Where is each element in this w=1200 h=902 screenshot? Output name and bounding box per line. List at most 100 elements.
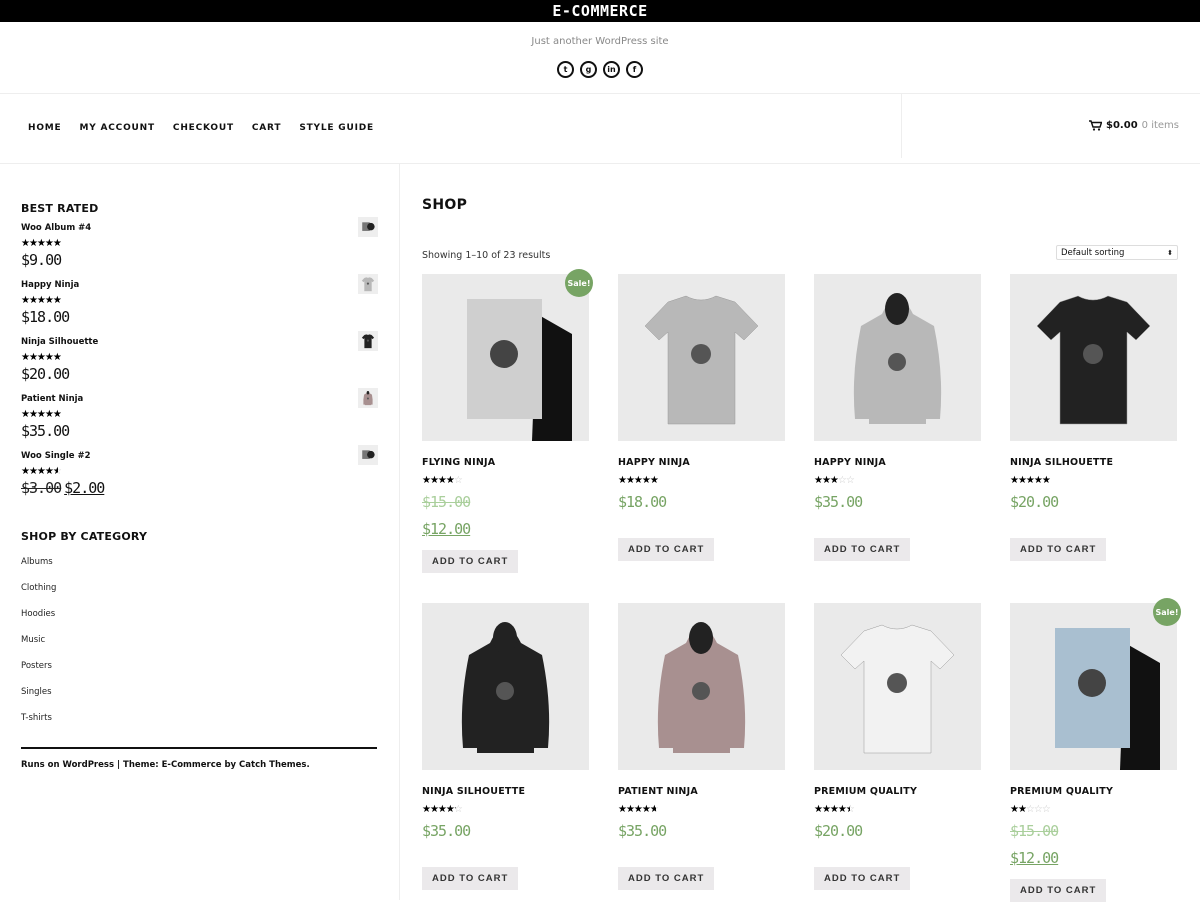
add-to-cart-button[interactable]: ADD TO CART — [618, 538, 715, 561]
star-rating-fill: ★★★★★ — [618, 475, 658, 486]
product-name[interactable]: FLYING NINJA — [422, 457, 589, 468]
sale-badge: Sale! — [1153, 598, 1181, 626]
category-link-posters[interactable]: Posters — [21, 661, 378, 687]
product-price: $20.00 — [814, 822, 863, 840]
category-link-clothing[interactable]: Clothing — [21, 583, 378, 609]
product-name[interactable]: HAPPY NINJA — [618, 457, 785, 468]
product-image[interactable] — [1010, 274, 1177, 441]
best-rated-item[interactable]: Woo Single #2 ☆☆☆☆☆ ★★★★★ $3.00 $2.00 — [21, 445, 378, 508]
add-to-cart-button[interactable]: ADD TO CART — [1010, 879, 1107, 902]
product-card: PATIENT NINJA ☆☆☆☆☆ ★★★★★ $35.00 ADD TO CART — [618, 603, 785, 890]
add-to-cart-button[interactable]: ADD TO CART — [422, 550, 519, 573]
product-image[interactable] — [422, 603, 589, 770]
twitter-icon[interactable]: t — [557, 61, 574, 78]
nav-item-checkout[interactable]: CHECKOUT — [173, 123, 234, 133]
category-list: Albums Clothing Hoodies Music Posters Singles… — [21, 557, 378, 739]
rating-row: ☆☆☆☆☆★★★★★ — [21, 348, 378, 363]
button-row: ADD TO CART — [1010, 867, 1177, 902]
button-row: ADD TO CART — [814, 526, 981, 561]
old-price: $3.00 — [21, 479, 62, 497]
price: $35.00 — [21, 422, 70, 440]
rating-row: ☆☆☆☆☆★★★★★ — [21, 234, 378, 249]
github-icon[interactable]: g — [580, 61, 597, 78]
category-link-music[interactable]: Music — [21, 635, 378, 661]
star-rating-fill: ★★★★★ — [21, 295, 61, 306]
product-name[interactable]: Woo Single #2 — [21, 451, 378, 461]
star-rating: ☆☆☆☆☆★★★★★ — [21, 352, 62, 363]
product-name[interactable]: Woo Album #4 — [21, 223, 378, 233]
product-image[interactable] — [618, 274, 785, 441]
add-to-cart-button[interactable]: ADD TO CART — [618, 867, 715, 890]
add-to-cart-button[interactable]: ADD TO CART — [422, 867, 519, 890]
cart-count: 0 items — [1141, 120, 1179, 131]
divider — [901, 94, 902, 158]
product-name[interactable]: PATIENT NINJA — [618, 786, 785, 797]
best-rated-item[interactable]: Woo Album #4 ☆☆☆☆☆ ★★★★★ $9.00 — [21, 217, 378, 280]
header-nav-bar: HOME MY ACCOUNT CHECKOUT CART STYLE GUIDE $0… — [0, 93, 1200, 164]
product-image[interactable] — [618, 603, 785, 770]
rating-row: ☆☆☆☆☆★★★★★ — [422, 797, 589, 816]
sidebar: BEST RATED Woo Album #4 ☆☆☆☆☆ ★★★★★ $9.00 Ha… — [0, 164, 400, 900]
product-thumbnail[interactable] — [358, 331, 378, 351]
product-thumbnail[interactable] — [358, 445, 378, 465]
site-title[interactable]: E-COMMERCE — [0, 0, 1200, 22]
social-links: t g in f — [0, 61, 1200, 78]
rating-row: ☆☆☆☆☆★★★★★ — [1010, 797, 1177, 816]
category-link-hoodies[interactable]: Hoodies — [21, 609, 378, 635]
star-rating: ☆☆☆☆☆★★★★★ — [814, 475, 855, 486]
add-to-cart-button[interactable]: ADD TO CART — [814, 867, 911, 890]
product-price: $18.00 — [21, 308, 378, 326]
product-name[interactable]: Happy Ninja — [21, 280, 378, 290]
product-name[interactable]: NINJA SILHOUETTE — [422, 786, 589, 797]
product-price: $35.00 — [814, 493, 863, 511]
product-name[interactable]: NINJA SILHOUETTE — [1010, 457, 1177, 468]
nav-item-style-guide[interactable]: STYLE GUIDE — [299, 123, 374, 133]
facebook-icon[interactable]: f — [626, 61, 643, 78]
nav-item-my-account[interactable]: MY ACCOUNT — [80, 123, 155, 133]
product-price: $3.00 $2.00 — [21, 479, 378, 497]
nav-item-home[interactable]: HOME — [28, 123, 62, 133]
category-link-singles[interactable]: Singles — [21, 687, 378, 713]
product-price: $35.00 — [422, 822, 471, 840]
category-link-albums[interactable]: Albums — [21, 557, 378, 583]
old-price: $15.00 — [1010, 822, 1059, 840]
rating-row: ☆☆☆☆☆★★★★★ — [814, 797, 981, 816]
product-card: PREMIUM QUALITY ☆☆☆☆☆★★★★★ $20.00 ADD TO CA… — [814, 603, 981, 890]
product-name[interactable]: Patient Ninja — [21, 394, 378, 404]
best-rated-title: BEST RATED — [21, 202, 99, 215]
best-rated-item[interactable]: Happy Ninja ☆☆☆☆☆ ★★★★★ $18.00 — [21, 274, 378, 337]
product-name[interactable]: Ninja Silhouette — [21, 337, 378, 347]
rating-row: ☆☆☆☆☆★★★★★ — [618, 468, 785, 487]
star-rating-fill: ★★★★★ — [21, 466, 59, 477]
add-to-cart-button[interactable]: ADD TO CART — [814, 538, 911, 561]
product-image[interactable] — [1010, 603, 1177, 770]
star-rating: ☆☆☆☆☆★★★★★ — [21, 409, 62, 420]
product-name[interactable]: PREMIUM QUALITY — [1010, 786, 1177, 797]
best-rated-item[interactable]: Ninja Silhouette ☆☆☆☆☆ ★★★★★ $20.00 — [21, 331, 378, 394]
add-to-cart-button[interactable]: ADD TO CART — [1010, 538, 1107, 561]
best-rated-item[interactable]: Patient Ninja ☆☆☆☆☆ ★★★★★ $35.00 — [21, 388, 378, 451]
price: $9.00 — [21, 251, 62, 269]
shop-main: SHOP Showing 1–10 of 23 results Default … — [422, 164, 1181, 902]
button-row: ADD TO CART — [422, 855, 589, 890]
product-thumbnail[interactable] — [358, 274, 378, 294]
sale-price: $12.00 — [1010, 849, 1059, 867]
linkedin-icon[interactable]: in — [603, 61, 620, 78]
price: $20.00 — [21, 365, 70, 383]
sale-badge: Sale! — [565, 269, 593, 297]
product-thumbnail[interactable] — [358, 388, 378, 408]
product-name[interactable]: HAPPY NINJA — [814, 457, 981, 468]
product-image[interactable] — [422, 274, 589, 441]
main-navigation: HOME MY ACCOUNT CHECKOUT CART STYLE GUIDE — [28, 123, 374, 133]
nav-item-cart[interactable]: CART — [252, 123, 281, 133]
product-image[interactable] — [814, 603, 981, 770]
select-arrows-icon: ⬍ — [1167, 248, 1173, 257]
header-cart[interactable]: $0.00 0 items — [1089, 120, 1179, 131]
product-price: $35.00 — [618, 822, 667, 840]
product-name[interactable]: PREMIUM QUALITY — [814, 786, 981, 797]
sorting-select[interactable]: Default sorting ⬍ — [1056, 245, 1178, 260]
category-link-t-shirts[interactable]: T-shirts — [21, 713, 378, 739]
product-thumbnail[interactable] — [358, 217, 378, 237]
cart-amount: $0.00 — [1106, 120, 1138, 131]
product-image[interactable] — [814, 274, 981, 441]
